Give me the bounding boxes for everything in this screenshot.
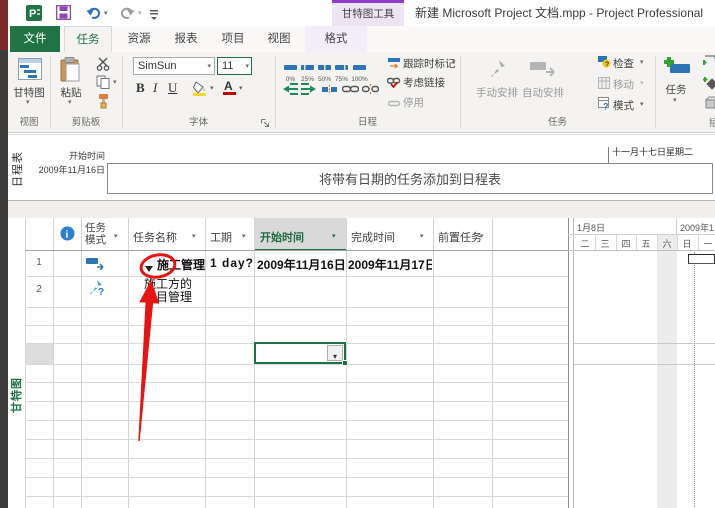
row-gridline	[25, 420, 568, 421]
column-gridline	[492, 218, 493, 508]
task-finish-cell[interactable]: 2009年11月17日	[348, 256, 432, 273]
gantt-chart-pane: 1月8日 2009年1 二 三 四 五 六 日 一	[568, 218, 715, 508]
column-header-name-dropdown-icon[interactable]: ▾	[192, 233, 196, 240]
task-mode-auto-icon[interactable]	[86, 257, 106, 275]
info-column-header-icon[interactable]: i	[60, 226, 75, 246]
task-duration-cell[interactable]: 1 day?	[210, 256, 254, 270]
selected-row-number-cell[interactable]	[26, 344, 53, 364]
column-header-predecessors-dropdown-icon[interactable]: ▾	[480, 233, 484, 240]
timescale-day[interactable]: 六	[657, 237, 677, 250]
day-column-separator	[698, 235, 699, 250]
timescale-day[interactable]: 二	[575, 237, 595, 250]
timescale-day[interactable]: 日	[677, 237, 697, 250]
row-gridline	[25, 276, 568, 277]
timescale-week-label-left[interactable]: 1月8日	[577, 221, 605, 234]
row-gridline	[25, 364, 568, 365]
timescale-day[interactable]: 五	[636, 237, 656, 250]
chevron-down-icon: ▾	[333, 352, 337, 361]
timescale-week-label-right[interactable]: 2009年1	[680, 221, 714, 234]
task-name-cell[interactable]: 施工方的项目管理	[144, 278, 200, 304]
column-gridline	[53, 218, 54, 508]
column-header-finish[interactable]: 完成时间	[351, 229, 395, 245]
selected-row-line-bottom	[574, 364, 715, 365]
row-number[interactable]: 1	[25, 257, 53, 268]
timescale-day[interactable]: 一	[698, 237, 715, 250]
column-header-start[interactable]: 开始时间	[260, 229, 304, 245]
selected-cell-fill-handle[interactable]	[342, 360, 348, 366]
gantt-pane-label[interactable]: 甘特图	[6, 363, 25, 427]
row-gridline	[25, 477, 568, 478]
row-gridline	[25, 496, 568, 497]
timescale-week-divider	[676, 218, 677, 234]
row-gridline	[25, 307, 568, 308]
row-gridline	[25, 382, 568, 383]
column-header-name[interactable]: 任务名称	[133, 229, 177, 245]
column-gridline	[128, 218, 129, 508]
gantt-splitter-line-1[interactable]	[568, 218, 569, 508]
row-gridline	[25, 439, 568, 440]
svg-text:i: i	[66, 230, 69, 241]
row-gridline	[25, 325, 568, 326]
column-header-finish-dropdown-icon[interactable]: ▾	[420, 233, 424, 240]
day-column-separator	[657, 235, 658, 250]
day-column-separator	[636, 235, 637, 250]
column-header-duration[interactable]: 工期	[210, 229, 232, 245]
column-header-mode-dropdown-icon[interactable]: ▾	[114, 233, 118, 240]
row-gridline	[25, 401, 568, 402]
column-gridline	[205, 218, 206, 508]
row-number[interactable]: 2	[25, 284, 53, 295]
selected-row-line-top	[574, 343, 715, 344]
weekend-shade-column	[657, 234, 677, 508]
task-mode-manual-question-icon[interactable]: ?	[88, 279, 106, 302]
column-header-predecessors[interactable]: 前置任务	[438, 229, 482, 245]
day-column-separator	[616, 235, 617, 250]
row-gridline	[25, 458, 568, 459]
column-header-duration-dropdown-icon[interactable]: ▾	[242, 233, 246, 240]
app-window: P ▾ ▾ 甘特图工具 新建 Microsoft Project 文档.mpp …	[0, 0, 715, 508]
project-start-date-line	[694, 252, 696, 508]
column-gridline	[81, 218, 82, 508]
summary-task-bar[interactable]	[688, 254, 715, 264]
task-name-cell[interactable]: 施工管理	[157, 256, 205, 273]
day-column-separator	[677, 235, 678, 250]
column-gridline	[433, 218, 434, 508]
table-header-bottom-border	[25, 250, 568, 251]
timescale-bottom-border	[568, 250, 715, 251]
day-column-separator	[595, 235, 596, 250]
svg-text:?: ?	[98, 287, 104, 297]
gantt-splitter-line-2[interactable]	[573, 218, 574, 508]
collapse-triangle-icon[interactable]	[144, 260, 154, 278]
timescale-day[interactable]: 四	[616, 237, 636, 250]
timescale-tier-border	[568, 234, 715, 235]
selected-cell-dropdown-button[interactable]: ▾	[327, 345, 343, 361]
task-start-cell[interactable]: 2009年11月16日	[257, 256, 344, 273]
column-header-start-dropdown-icon[interactable]: ▾	[332, 233, 336, 240]
selected-cell[interactable]: ▾	[254, 342, 346, 364]
column-header-mode[interactable]: 任务模式	[85, 222, 109, 246]
timescale-day[interactable]: 三	[595, 237, 615, 250]
